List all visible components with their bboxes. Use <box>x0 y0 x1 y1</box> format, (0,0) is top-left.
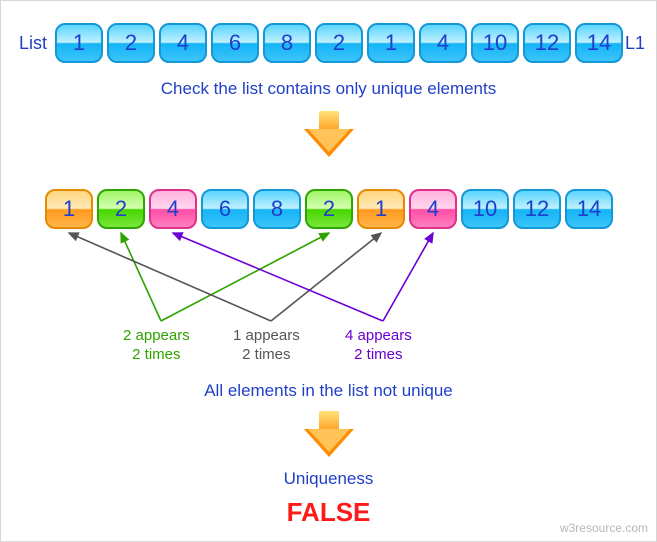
list-row-1: 1 2 4 6 8 2 1 4 10 12 14 <box>53 23 625 63</box>
arrow-down-icon <box>304 411 354 461</box>
list-cell-dup: 2 <box>97 189 145 229</box>
diagram-canvas: List L1 1 2 4 6 8 2 1 4 10 12 14 Check t… <box>0 0 657 542</box>
list-cell: 12 <box>513 189 561 229</box>
list-cell: 1 <box>55 23 103 63</box>
list-cell-dup: 1 <box>357 189 405 229</box>
list-label-left: List <box>19 33 47 54</box>
caption-check: Check the list contains only unique elem… <box>1 79 656 99</box>
list-cell: 10 <box>461 189 509 229</box>
note-purple: 4 appears 2 times <box>345 327 412 365</box>
list-cell: 2 <box>315 23 363 63</box>
list-cell-dup: 1 <box>45 189 93 229</box>
list-cell-dup: 2 <box>305 189 353 229</box>
list-cell: 2 <box>107 23 155 63</box>
list-cell: 12 <box>523 23 571 63</box>
list-cell: 4 <box>159 23 207 63</box>
list-cell: 8 <box>253 189 301 229</box>
list-row-2: 1 2 4 6 8 2 1 4 10 12 14 <box>43 189 615 229</box>
result-label: FALSE <box>1 497 656 528</box>
note-gray: 1 appears 2 times <box>233 327 300 365</box>
caption-uniqueness: Uniqueness <box>1 469 656 489</box>
watermark: w3resource.com <box>560 521 648 535</box>
list-cell: 4 <box>419 23 467 63</box>
list-cell: 6 <box>201 189 249 229</box>
list-cell: 8 <box>263 23 311 63</box>
arrow-down-icon <box>304 111 354 161</box>
list-cell-dup: 4 <box>149 189 197 229</box>
list-cell: 10 <box>471 23 519 63</box>
list-cell: 14 <box>575 23 623 63</box>
list-cell: 14 <box>565 189 613 229</box>
caption-not-unique: All elements in the list not unique <box>1 381 656 401</box>
list-cell-dup: 4 <box>409 189 457 229</box>
note-green: 2 appears 2 times <box>123 327 190 365</box>
list-cell: 6 <box>211 23 259 63</box>
list-cell: 1 <box>367 23 415 63</box>
list-label-right: L1 <box>625 33 645 54</box>
